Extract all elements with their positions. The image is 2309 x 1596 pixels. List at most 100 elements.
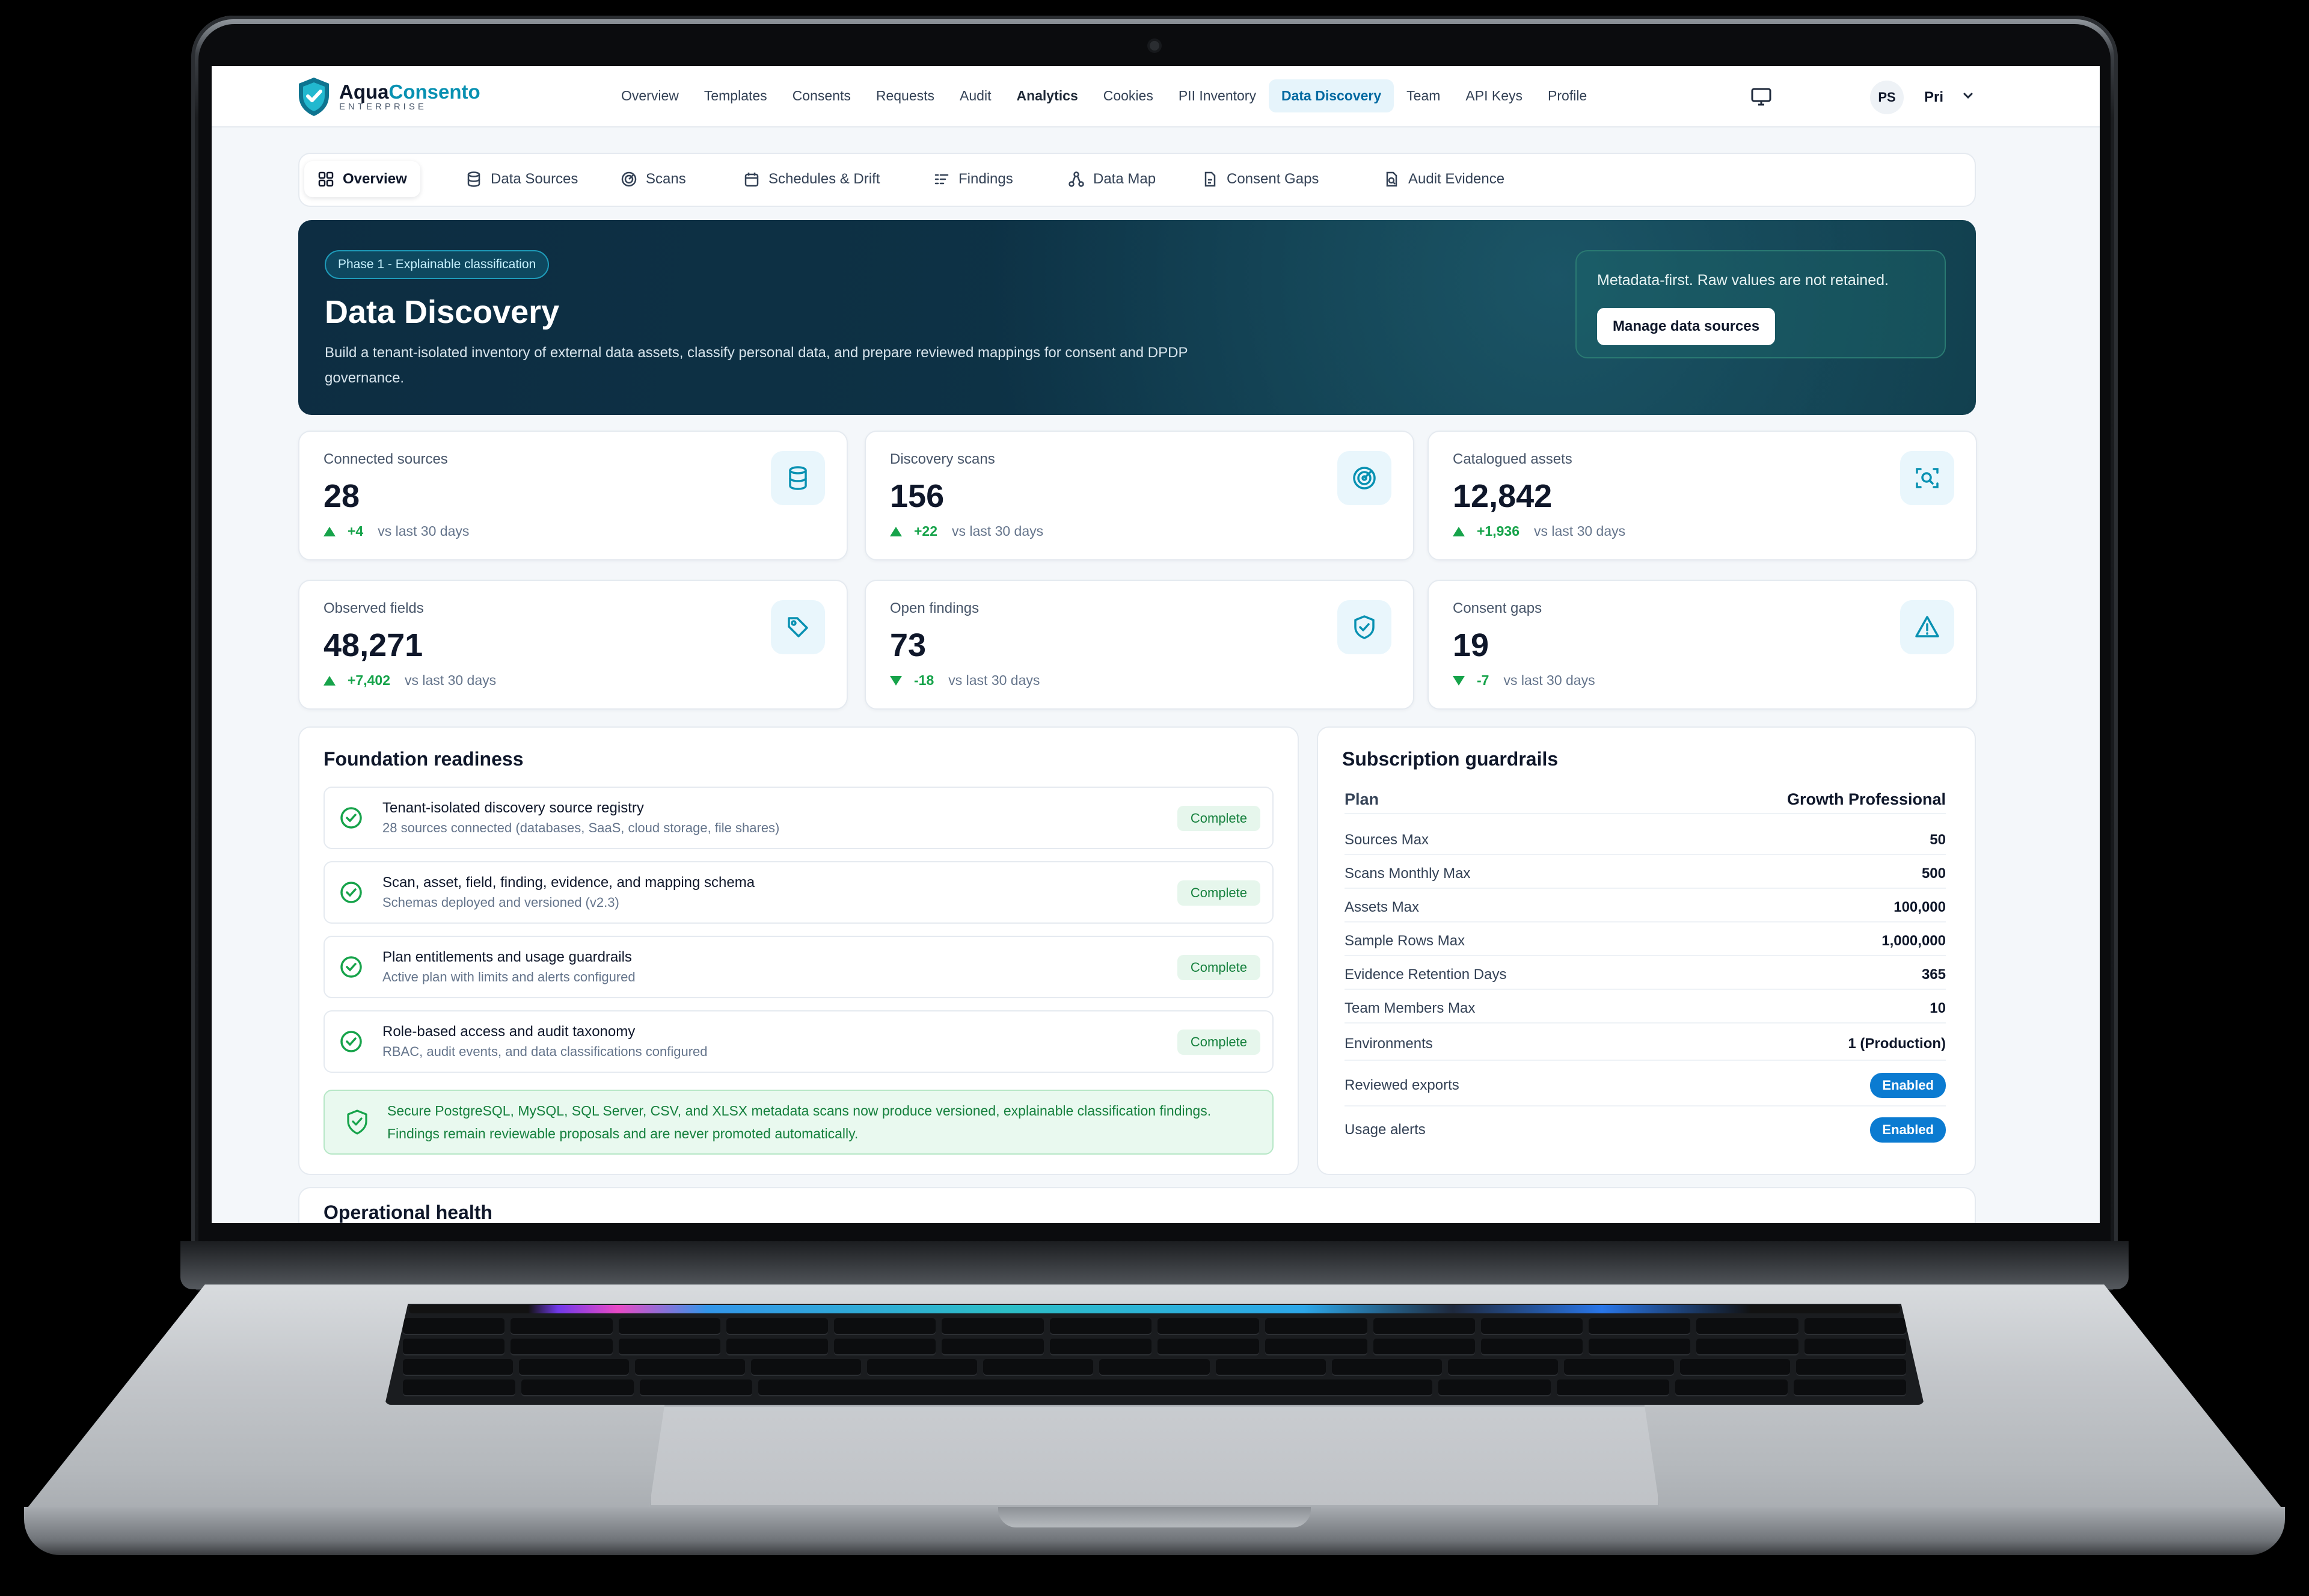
trackpad: [649, 1405, 1660, 1507]
kpi-label: Connected sources: [324, 451, 448, 467]
tab-label: Consent Gaps: [1227, 171, 1319, 187]
monitor-icon[interactable]: [1751, 88, 1771, 106]
guardrail-row: Sample Rows Max 1,000,000: [1345, 927, 1946, 956]
readiness-item[interactable]: Role-based access and audit taxonomy RBA…: [324, 1010, 1274, 1073]
readiness-item-subtitle: RBAC, audit events, and data classificat…: [382, 1044, 708, 1059]
readiness-item[interactable]: Tenant-isolated discovery source registr…: [324, 787, 1274, 849]
guardrail-row: Environments 1 (Production): [1345, 1028, 1946, 1061]
manage-data-sources-button[interactable]: Manage data sources: [1597, 308, 1776, 345]
readiness-item-subtitle: 28 sources connected (databases, SaaS, c…: [382, 820, 780, 835]
panel-title: Foundation readiness: [324, 748, 524, 770]
kpi-value: 12,842: [1453, 478, 1553, 514]
chevron-down-icon[interactable]: [1963, 91, 1973, 100]
enabled-badge[interactable]: Enabled: [1870, 1117, 1946, 1143]
shield-check-icon: [347, 1110, 367, 1135]
nav-audit[interactable]: Audit: [947, 79, 1004, 112]
nav-templates[interactable]: Templates: [691, 79, 780, 112]
kpi-value: 48,271: [324, 627, 423, 663]
kpi-value: 19: [1453, 627, 1489, 663]
tab-data-sources[interactable]: Data Sources: [452, 161, 591, 197]
tab-consent-gaps[interactable]: Consent Gaps: [1188, 161, 1332, 197]
plan-label: Plan: [1345, 790, 1379, 808]
kpi-delta: +1,936 vs last 30 days: [1453, 523, 1625, 539]
kpi-consent-gaps[interactable]: Consent gaps 19 -7 vs last 30 days: [1427, 580, 1977, 710]
guardrail-row: Team Members Max 10: [1345, 995, 1946, 1024]
nav-team[interactable]: Team: [1394, 79, 1453, 112]
status-badge: Complete: [1177, 1030, 1260, 1055]
tab-label: Data Map: [1093, 171, 1156, 187]
readiness-item-subtitle: Schemas deployed and versioned (v2.3): [382, 895, 619, 910]
tab-overview[interactable]: Overview: [304, 161, 420, 197]
check-circle-icon: [340, 956, 362, 978]
guardrail-toggle-row: Reviewed exports Enabled: [1345, 1066, 1946, 1106]
kpi-delta: +22 vs last 30 days: [890, 523, 1043, 539]
scan-search-icon: [1900, 451, 1954, 505]
shield-logo-icon: [299, 78, 329, 116]
subscription-guardrails-panel: Subscription guardrails Plan Growth Prof…: [1317, 726, 1976, 1175]
kpi-connected-sources[interactable]: Connected sources 28 +4 vs last 30 days: [298, 431, 848, 560]
status-badge: Complete: [1177, 880, 1260, 906]
tab-schedules-drift[interactable]: Schedules & Drift: [730, 161, 893, 197]
status-badge: Complete: [1177, 955, 1260, 980]
primary-nav: Overview Templates Consents Requests Aud…: [609, 79, 1599, 112]
panel-title: Subscription guardrails: [1342, 748, 1559, 770]
nav-data-discovery[interactable]: Data Discovery: [1268, 79, 1394, 112]
kpi-open-findings[interactable]: Open findings 73 -18 vs last 30 days: [865, 580, 1414, 710]
nav-consents[interactable]: Consents: [780, 79, 863, 112]
tab-label: Audit Evidence: [1408, 171, 1505, 187]
brand-edition: ENTERPRISE: [339, 102, 427, 112]
kpi-catalogued-assets[interactable]: Catalogued assets 12,842 +1,936 vs last 3…: [1427, 431, 1977, 560]
avatar[interactable]: PS: [1870, 81, 1904, 114]
trend-up-icon: [1453, 526, 1465, 536]
nav-profile[interactable]: Profile: [1535, 79, 1599, 112]
kpi-delta: +7,402 vs last 30 days: [324, 672, 496, 689]
readiness-item-subtitle: Active plan with limits and alerts confi…: [382, 969, 636, 984]
hero-banner: Phase 1 - Explainable classification Dat…: [298, 220, 1976, 415]
nav-overview[interactable]: Overview: [609, 79, 691, 112]
guardrail-row: Scans Monthly Max 500: [1345, 860, 1946, 889]
plan-value: Growth Professional: [1786, 790, 1946, 808]
guardrail-row: Assets Max 100,000: [1345, 894, 1946, 922]
guardrail-row: Sources Max 50: [1345, 826, 1946, 855]
trend-up-icon: [324, 675, 336, 686]
guardrail-toggle-row: Usage alerts Enabled: [1345, 1110, 1946, 1150]
tab-findings[interactable]: Findings: [920, 161, 1026, 197]
readiness-item-title: Tenant-isolated discovery source registr…: [382, 800, 644, 816]
plan-row: Plan Growth Professional: [1345, 785, 1946, 814]
kpi-value: 73: [890, 627, 927, 663]
kpi-discovery-scans[interactable]: Discovery scans 156 +22 vs last 30 days: [865, 431, 1414, 560]
kpi-observed-fields[interactable]: Observed fields 48,271 +7,402 vs last 30 …: [298, 580, 848, 710]
metadata-note-text: Metadata-first. Raw values are not retai…: [1597, 272, 1889, 289]
keyboard: [385, 1304, 1924, 1405]
list-filter-icon: [934, 174, 949, 185]
kpi-label: Catalogued assets: [1453, 451, 1572, 467]
tab-data-map[interactable]: Data Map: [1055, 161, 1169, 197]
nav-analytics[interactable]: Analytics: [1004, 79, 1090, 112]
readiness-item[interactable]: Plan entitlements and usage guardrails A…: [324, 936, 1274, 998]
foundation-readiness-panel: Foundation readiness Tenant-isolated dis…: [298, 726, 1299, 1175]
scan-capability-note-text: Secure PostgreSQL, MySQL, SQL Server, CS…: [387, 1103, 1212, 1141]
brand-logo[interactable]: AquaConsento ENTERPRISE: [296, 76, 480, 118]
tab-audit-evidence[interactable]: Audit Evidence: [1370, 161, 1518, 197]
tab-label: Overview: [343, 171, 407, 187]
phase-badge: Phase 1 - Explainable classification: [325, 250, 550, 279]
readiness-item[interactable]: Scan, asset, field, finding, evidence, a…: [324, 861, 1274, 924]
nav-pii-inventory[interactable]: PII Inventory: [1166, 79, 1269, 112]
nav-cookies[interactable]: Cookies: [1091, 79, 1166, 112]
tab-scans[interactable]: Scans: [607, 161, 699, 197]
shield-check-icon: [1337, 600, 1391, 654]
readiness-item-title: Scan, asset, field, finding, evidence, a…: [382, 874, 755, 891]
grid-icon: [318, 171, 334, 187]
kpi-delta: -18 vs last 30 days: [890, 672, 1040, 689]
tab-label: Findings: [958, 171, 1013, 187]
trend-down-icon: [1453, 675, 1465, 686]
nav-api-keys[interactable]: API Keys: [1453, 79, 1535, 112]
check-circle-icon: [340, 882, 362, 903]
nav-requests[interactable]: Requests: [863, 79, 947, 112]
guardrail-row: Evidence Retention Days 365: [1345, 961, 1946, 990]
user-name[interactable]: Pri: [1924, 89, 1943, 106]
brand-name: AquaConsento: [339, 81, 480, 103]
enabled-badge[interactable]: Enabled: [1870, 1073, 1946, 1098]
kpi-label: Consent gaps: [1453, 600, 1542, 616]
trend-down-icon: [890, 675, 902, 686]
